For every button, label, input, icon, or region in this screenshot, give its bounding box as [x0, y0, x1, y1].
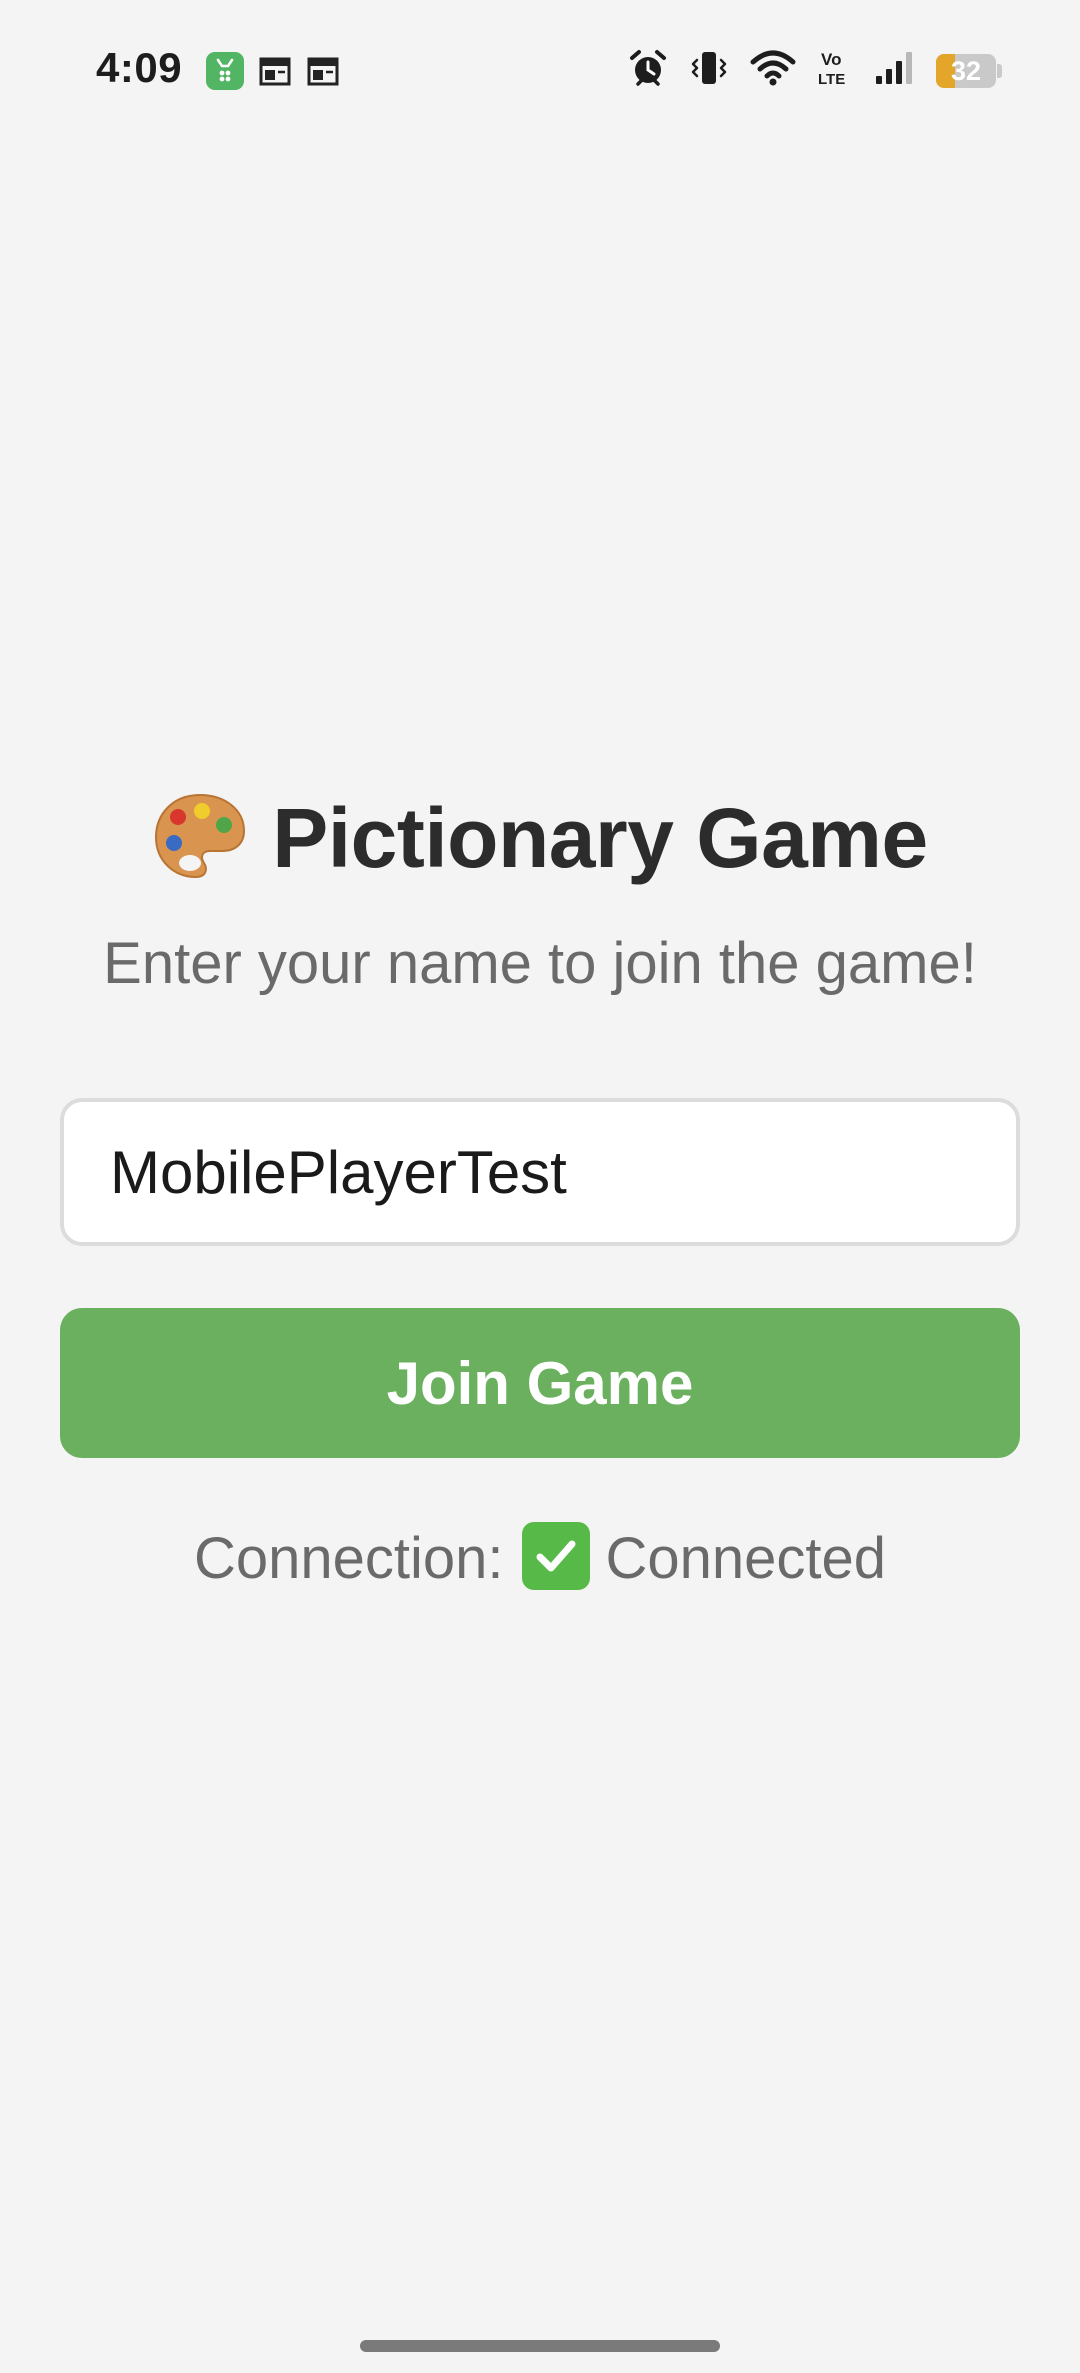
signal-icon — [874, 50, 914, 91]
page-title: Pictionary Game — [0, 790, 1080, 887]
alarm-icon — [628, 48, 668, 93]
connection-status: Connection: Connected — [0, 1522, 1080, 1592]
notification-icons — [206, 52, 340, 90]
volte-icon: Vo LTE — [818, 49, 852, 92]
app-notification-icon — [206, 52, 244, 90]
home-indicator[interactable] — [360, 2340, 720, 2352]
system-icons: Vo LTE 32 — [628, 48, 1002, 93]
svg-text:LTE: LTE — [818, 71, 845, 87]
wifi-icon — [750, 50, 796, 91]
calendar-icon — [258, 54, 292, 88]
connection-value: Connected — [605, 1526, 887, 1591]
calendar-icon — [306, 54, 340, 88]
join-game-button[interactable]: Join Game — [60, 1308, 1020, 1458]
battery-level: 32 — [950, 55, 982, 86]
title-text: Pictionary Game — [272, 791, 928, 885]
palette-icon — [152, 791, 248, 881]
status-bar: 4:09 Vo LTE 32 — [0, 0, 1080, 140]
player-name-input[interactable] — [60, 1098, 1020, 1246]
vibrate-icon — [690, 48, 728, 93]
svg-text:Vo: Vo — [821, 50, 841, 69]
battery-icon: 32 — [936, 53, 1002, 88]
check-mark-icon — [521, 1522, 590, 1590]
connection-label: Connection: — [193, 1526, 504, 1591]
subtitle: Enter your name to join the game! — [103, 931, 977, 996]
status-time: 4:09 — [96, 44, 183, 91]
